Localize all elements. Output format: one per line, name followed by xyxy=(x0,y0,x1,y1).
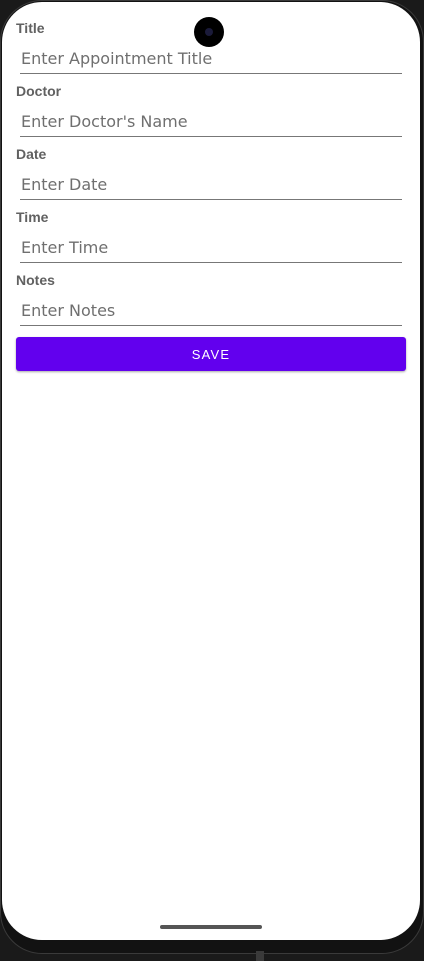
doctor-input[interactable] xyxy=(20,107,402,137)
time-input[interactable] xyxy=(20,233,402,263)
date-input[interactable] xyxy=(20,170,402,200)
device-edge-detail xyxy=(256,951,264,961)
title-input[interactable] xyxy=(20,44,402,74)
save-button[interactable]: SAVE xyxy=(16,337,406,371)
notes-label: Notes xyxy=(16,272,55,288)
device-frame: Title Doctor Date Time Notes SAVE xyxy=(0,0,424,961)
doctor-label: Doctor xyxy=(16,83,62,99)
time-label: Time xyxy=(16,209,49,225)
notes-input[interactable] xyxy=(20,296,402,326)
date-label: Date xyxy=(16,146,47,162)
home-indicator[interactable] xyxy=(160,925,262,929)
front-camera-icon xyxy=(194,17,224,47)
app-screen: Title Doctor Date Time Notes SAVE xyxy=(2,2,420,940)
title-label: Title xyxy=(16,20,45,36)
